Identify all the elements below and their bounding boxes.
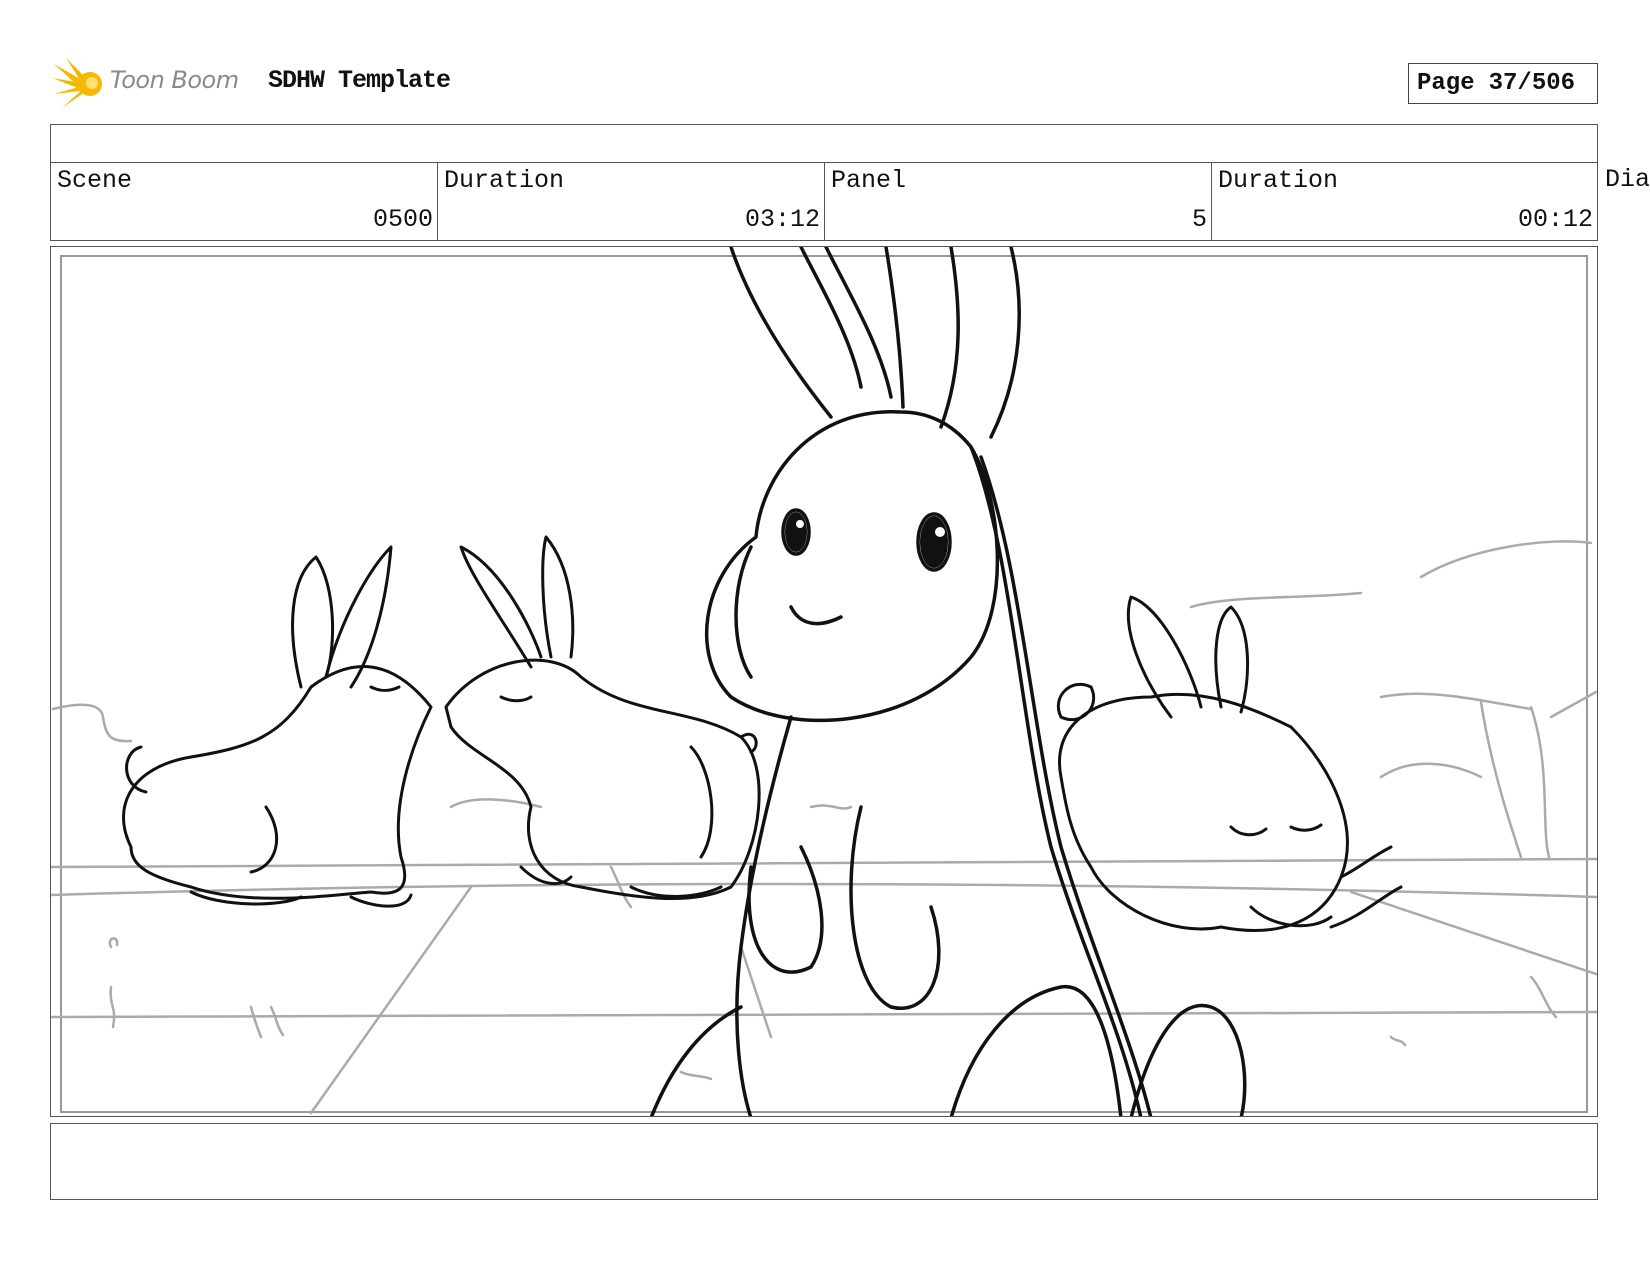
- panel-duration-value: 00:12: [1517, 205, 1593, 234]
- scene-value: 0500: [372, 205, 433, 234]
- scene-duration-cell: Duration 03:12: [437, 162, 825, 241]
- logo-text: Toon Boom: [110, 66, 239, 94]
- starburst-icon: [52, 58, 102, 108]
- dialog-label-truncated: Dia: [1605, 165, 1650, 194]
- document-title: SDHW Template: [268, 66, 451, 95]
- notes-box: [50, 1123, 1598, 1200]
- toon-boom-logo: Toon Boom: [52, 56, 252, 112]
- panel-image-frame: [50, 246, 1598, 1117]
- scene-label: Scene: [57, 166, 133, 195]
- panel-duration-label: Duration: [1218, 166, 1339, 195]
- panel-label: Panel: [831, 166, 907, 195]
- page-number: 37/506: [1488, 70, 1576, 97]
- header-strip: [50, 124, 1598, 163]
- storyboard-sketch-icon: [51, 247, 1597, 1116]
- scene-duration-value: 03:12: [744, 205, 820, 234]
- info-row: Scene 0500 Duration 03:12 Panel 5 Durati…: [50, 162, 1650, 241]
- panel-cell: Panel 5: [824, 162, 1212, 241]
- page-label: Page: [1417, 70, 1475, 97]
- scene-duration-label: Duration: [444, 166, 565, 195]
- page-indicator: Page 37/506: [1408, 63, 1598, 104]
- panel-duration-cell: Duration 00:12: [1211, 162, 1598, 241]
- panel-value: 5: [1191, 205, 1207, 234]
- scene-cell: Scene 0500: [50, 162, 438, 241]
